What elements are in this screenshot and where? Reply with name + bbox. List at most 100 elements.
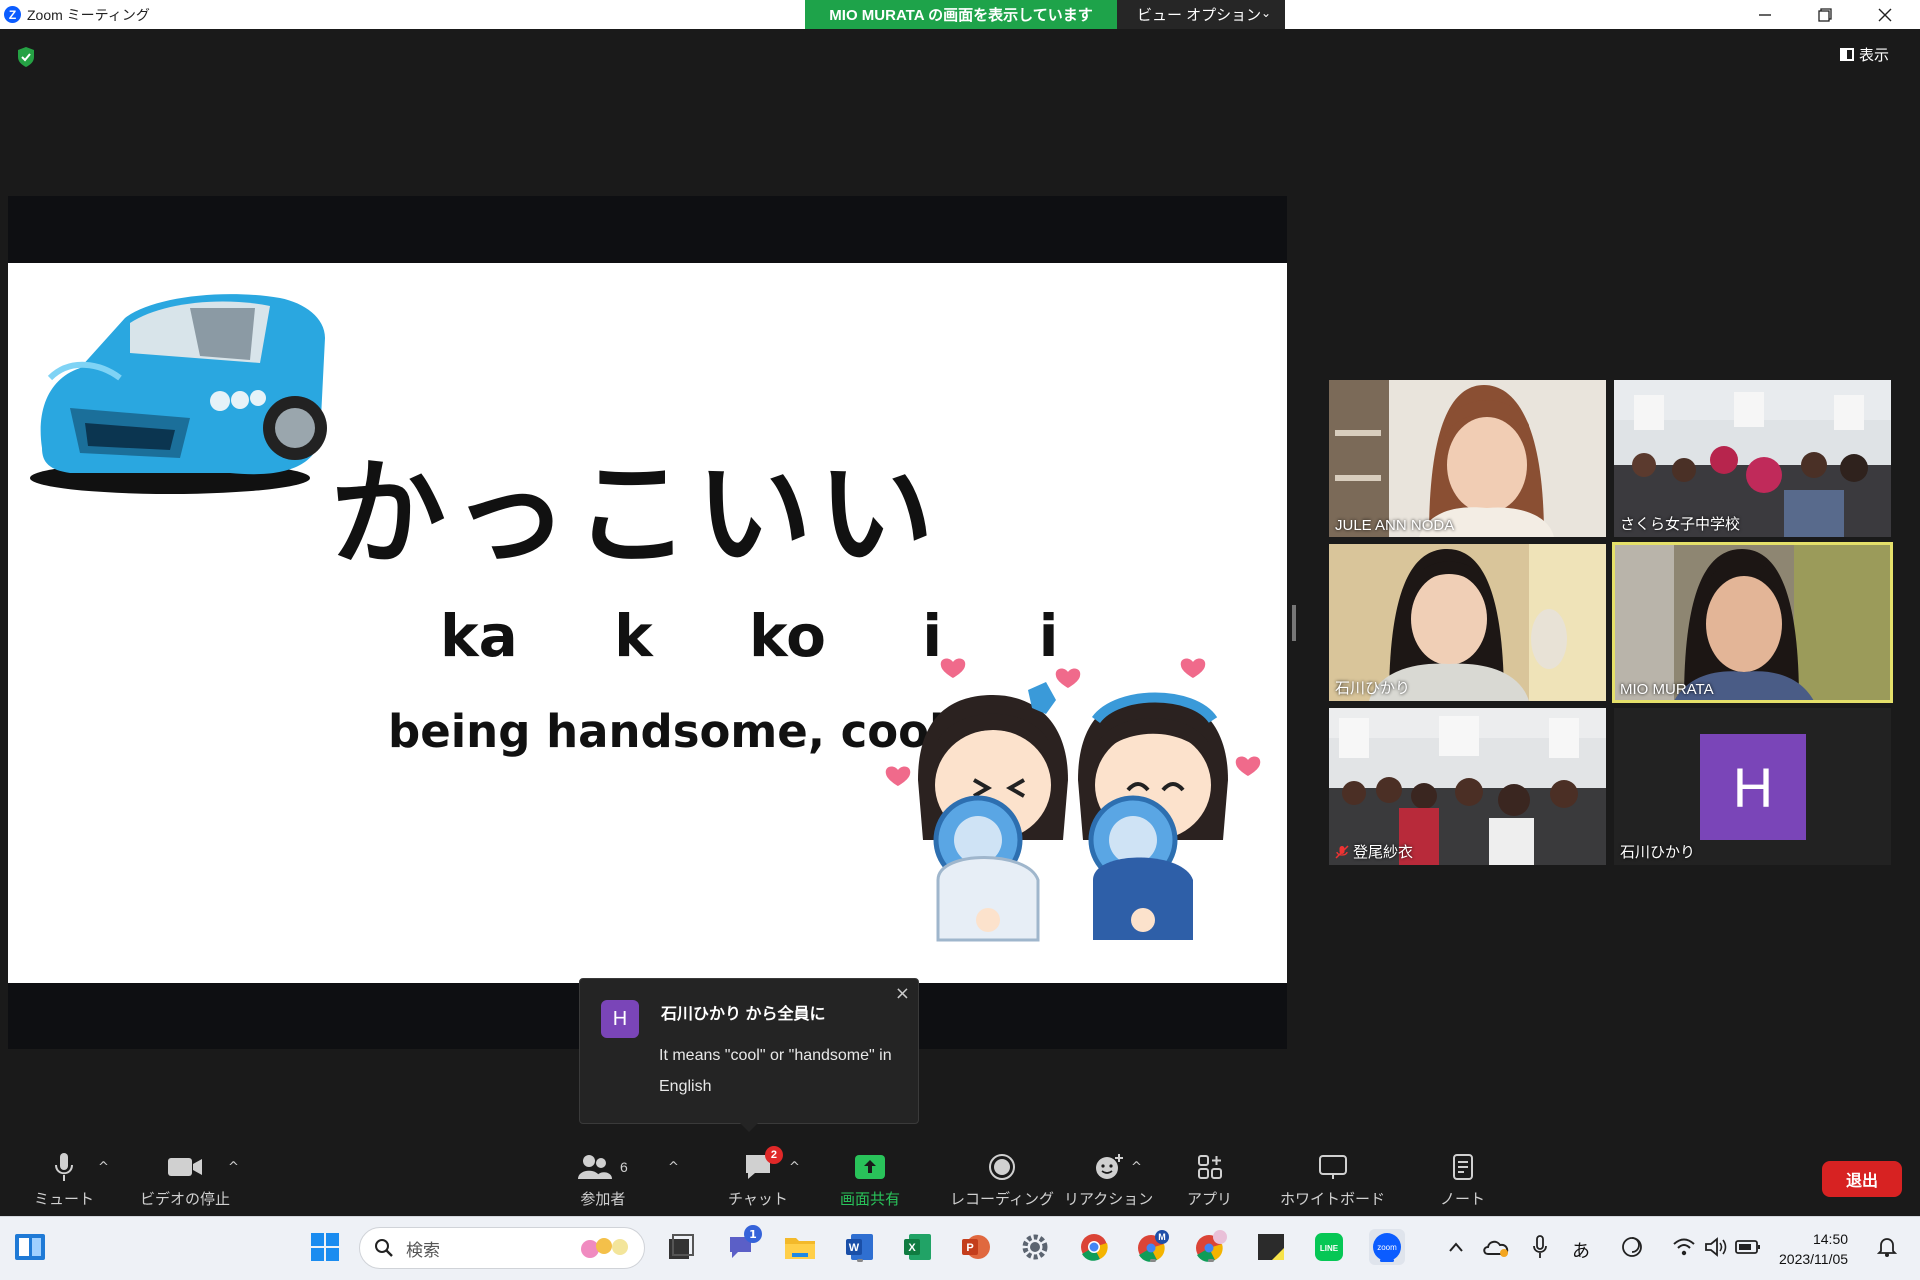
wifi-icon[interactable] — [1666, 1229, 1702, 1265]
restore-button[interactable] — [1795, 0, 1855, 29]
mic-muted-icon — [1335, 844, 1349, 859]
mute-options-caret[interactable]: ^ — [98, 1160, 109, 1175]
view-display-label: 表示 — [1859, 47, 1890, 64]
participant-video — [1614, 544, 1891, 701]
fans-illustration — [885, 658, 1261, 942]
clock-time: 14:50 — [1812, 1231, 1849, 1247]
apps-icon — [1197, 1155, 1222, 1179]
video-camera-icon — [168, 1158, 202, 1176]
participant-name-row: 登尾紗衣 — [1335, 841, 1413, 862]
sharing-banner: MIO MURATA の画面を表示しています — [805, 0, 1117, 29]
reaction-smiley-icon — [1095, 1154, 1123, 1179]
participants-button[interactable]: 6 参加者 — [578, 1152, 628, 1209]
onedrive-icon[interactable] — [1478, 1229, 1514, 1265]
record-icon — [988, 1154, 1015, 1180]
chat-unread-badge: 2 — [764, 1146, 783, 1164]
close-notification-button[interactable]: × — [895, 983, 910, 1004]
video-tile-avatar[interactable]: H 石川ひかり — [1614, 708, 1891, 865]
stop-video-button[interactable]: ビデオの停止 — [140, 1152, 230, 1209]
microphone-icon — [55, 1153, 73, 1181]
notes-icon — [1452, 1154, 1473, 1180]
apps-label: アプリ — [1187, 1191, 1233, 1208]
whiteboard-label: ホワイトボード — [1280, 1191, 1386, 1208]
mute-button[interactable]: ミュート — [34, 1152, 94, 1209]
taskbar-search[interactable]: 検索 — [359, 1227, 645, 1269]
file-explorer-icon[interactable] — [782, 1229, 818, 1265]
video-options-caret[interactable]: ^ — [228, 1160, 239, 1175]
window-title: Zoom ミーティング — [27, 6, 150, 23]
svg-text:M: M — [1158, 1232, 1166, 1242]
whiteboard-button[interactable]: ホワイトボード — [1280, 1152, 1385, 1209]
view-display-button[interactable]: 表示 — [1840, 44, 1889, 65]
encryption-shield-icon[interactable] — [16, 46, 36, 68]
record-button[interactable]: レコーディング — [950, 1152, 1054, 1209]
share-screen-icon — [855, 1155, 885, 1179]
teams-chat-icon[interactable]: 1 — [724, 1225, 762, 1265]
word-icon[interactable]: W — [842, 1229, 878, 1265]
volume-icon[interactable] — [1698, 1229, 1734, 1265]
participants-label: 参加者 — [580, 1191, 626, 1208]
svg-text:zoom: zoom — [1377, 1243, 1397, 1252]
excel-icon[interactable]: X — [900, 1229, 936, 1265]
battery-icon[interactable] — [1730, 1229, 1766, 1265]
participant-avatar: H — [1700, 734, 1806, 840]
close-window-button[interactable] — [1855, 0, 1915, 29]
participant-name: JULE ANN NODA — [1335, 517, 1455, 534]
record-label: レコーディング — [950, 1191, 1054, 1208]
svg-text:LINE: LINE — [1320, 1244, 1339, 1253]
participants-count: 6 — [620, 1159, 628, 1175]
sender-avatar: H — [601, 1000, 639, 1038]
settings-gear-icon[interactable] — [1017, 1229, 1053, 1265]
participant-name: 登尾紗衣 — [1353, 844, 1414, 861]
participant-name: MIO MURATA — [1620, 681, 1714, 698]
windows-start-icon[interactable] — [307, 1229, 343, 1265]
zoom-logo-icon: Z — [4, 6, 21, 23]
ime-indicator[interactable]: あ — [1572, 1237, 1590, 1263]
chrome-icon[interactable] — [1076, 1229, 1112, 1265]
chrome-profile-m-icon[interactable]: M — [1135, 1229, 1171, 1265]
notification-bell-icon[interactable] — [1872, 1229, 1902, 1265]
notes-label: ノート — [1440, 1191, 1486, 1208]
clock[interactable]: 14:50 2023/11/05 — [1779, 1229, 1848, 1269]
task-view-icon[interactable] — [663, 1229, 699, 1265]
mute-label: ミュート — [34, 1191, 95, 1208]
participants-options-caret[interactable]: ^ — [668, 1160, 679, 1175]
participant-name: 石川ひかり — [1335, 680, 1411, 697]
split-view-handle[interactable] — [1292, 605, 1296, 641]
widgets-icon[interactable] — [12, 1229, 48, 1265]
stop-video-label: ビデオの停止 — [140, 1191, 231, 1208]
reactions-label: リアクション — [1064, 1191, 1154, 1208]
participant-name: 石川ひかり — [1620, 844, 1696, 861]
chat-options-caret[interactable]: ^ — [789, 1160, 800, 1175]
video-tile[interactable]: 登尾紗衣 — [1329, 708, 1606, 865]
chrome-profile-icon[interactable] — [1193, 1229, 1229, 1265]
chevron-down-icon: ⌄ — [1260, 6, 1271, 20]
sticky-notes-icon[interactable] — [1253, 1229, 1289, 1265]
search-highlight-flowers-icon — [581, 1238, 628, 1258]
slide-meaning: being handsome, cool — [388, 705, 945, 758]
tray-overflow-chevron-icon[interactable] — [1436, 1229, 1476, 1265]
notes-button[interactable]: ノート — [1440, 1152, 1485, 1209]
view-options-button[interactable]: ビュー オプション ⌄ — [1117, 0, 1285, 29]
focus-moon-icon[interactable] — [1614, 1229, 1650, 1265]
video-tile[interactable]: さくら女子中学校 — [1614, 380, 1891, 537]
reactions-options-caret[interactable]: ^ — [1131, 1160, 1142, 1175]
microphone-tray-icon[interactable] — [1522, 1229, 1558, 1265]
video-tile-active-speaker[interactable]: MIO MURATA — [1612, 542, 1893, 703]
teams-badge: 1 — [744, 1225, 762, 1243]
line-icon[interactable]: LINE — [1311, 1229, 1347, 1265]
chat-button[interactable]: 2 チャット — [728, 1146, 788, 1209]
view-options-label: ビュー オプション — [1137, 7, 1262, 24]
apps-button[interactable]: アプリ — [1187, 1152, 1232, 1209]
minimize-button[interactable] — [1735, 0, 1795, 29]
share-screen-button[interactable]: 画面共有 — [840, 1152, 900, 1209]
popup-tail — [740, 1123, 758, 1132]
slide-japanese-word: かっこいい — [330, 447, 940, 582]
search-placeholder: 検索 — [406, 1240, 440, 1260]
chat-notification[interactable]: H 石川ひかり から全員に It means "cool" or "handso… — [579, 978, 919, 1132]
video-tile[interactable]: 石川ひかり — [1329, 544, 1606, 701]
zoom-taskbar-icon[interactable]: zoom — [1369, 1229, 1405, 1265]
leave-button[interactable]: 退出 — [1822, 1161, 1902, 1197]
video-tile[interactable]: JULE ANN NODA — [1329, 380, 1606, 537]
powerpoint-icon[interactable]: P — [958, 1229, 994, 1265]
